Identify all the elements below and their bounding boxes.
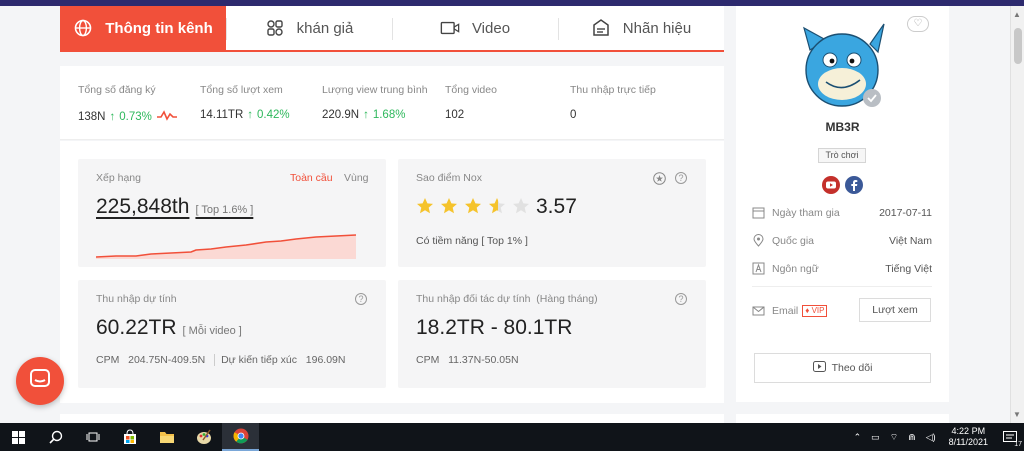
globe-icon: [73, 18, 93, 38]
play-icon: [812, 361, 826, 375]
next-card-edge: [736, 414, 949, 423]
partner-income-value: 18.2TR - 80.1TR: [416, 316, 573, 339]
paint-icon[interactable]: [185, 423, 222, 451]
nox-score-panel: Sao điểm Nox ? 3.57 Có tiềm năng [ Top 1…: [398, 159, 706, 267]
nox-score-value: 3.57: [536, 195, 577, 218]
stat-direct-income: Thu nhập trực tiếp 0: [570, 84, 656, 121]
stat-subscribers: Tổng số đăng ký 138N ↑ 0.73%: [78, 84, 178, 124]
show-hidden-icons-icon[interactable]: ⌃: [854, 432, 862, 443]
ranking-trend-chart: [96, 234, 357, 259]
toggle-global[interactable]: Toàn cầu: [290, 172, 333, 184]
channel-stats: Tổng số đăng ký 138N ↑ 0.73% Tổng số lượt…: [60, 66, 724, 140]
notification-count: 17: [1014, 441, 1022, 448]
youtube-icon[interactable]: [822, 176, 840, 199]
system-tray: ⌃ ▭ ⌔ ⋒ ◁) 4:22 PM 8/11/2021 17: [849, 423, 1024, 451]
location-icon: [752, 234, 766, 248]
help-icon[interactable]: ?: [675, 172, 687, 184]
vip-badge: ♦ VIP: [802, 305, 828, 317]
wifi-icon[interactable]: ⋒: [908, 432, 916, 443]
brand-icon: [591, 18, 611, 38]
tab-channel-info[interactable]: Thông tin kênh: [60, 6, 226, 50]
battery-icon[interactable]: ▭: [871, 432, 880, 443]
volume-icon[interactable]: ◁): [926, 432, 936, 443]
ranking-panel: Xếp hạng Toàn cầu Vùng 225,848th[ Top 1.…: [78, 159, 386, 267]
tab-label: khán giả: [296, 19, 354, 37]
windows-taskbar: ⌃ ▭ ⌔ ⋒ ◁) 4:22 PM 8/11/2021 17: [0, 423, 1024, 451]
star-icon: [417, 198, 433, 214]
taskbar-clock[interactable]: 4:22 PM 8/11/2021: [949, 426, 988, 448]
arrow-up-icon: ↑: [109, 110, 116, 123]
estimated-income-panel: Thu nhập dự tính ? 60.22TR[ Mỗi video ] …: [78, 280, 386, 388]
chrome-icon[interactable]: [222, 423, 259, 451]
audience-icon: [265, 18, 285, 38]
calendar-icon: [752, 206, 766, 220]
page-scrollbar[interactable]: ▲ ▼: [1010, 6, 1024, 423]
task-view-icon[interactable]: [74, 423, 111, 451]
view-email-button[interactable]: Lượt xem: [859, 298, 931, 322]
trend-chart-icon[interactable]: [156, 109, 178, 124]
chat-support-button[interactable]: [16, 357, 64, 405]
tab-video[interactable]: Video: [392, 6, 558, 50]
channel-overview: Xếp hạng Toàn cầu Vùng 225,848th[ Top 1.…: [60, 141, 724, 403]
tab-label: Thông tin kênh: [105, 19, 213, 37]
channel-profile-card: ♡ MB3R Trò chơi Ngày tham gia 2017-07-11…: [736, 6, 949, 402]
follow-button[interactable]: Theo dõi: [754, 353, 931, 383]
income-details: CPM 204.75N-409.5N Dự kiến tiếp xúc 196.…: [96, 354, 346, 366]
nox-star-rating: [416, 197, 530, 215]
windows-start-icon[interactable]: [0, 423, 37, 451]
country-row: Quốc gia Việt Nam: [752, 233, 932, 249]
scroll-up-icon[interactable]: ▲: [1013, 10, 1021, 19]
stat-total-videos: Tổng video 102: [445, 84, 497, 121]
toggle-region[interactable]: Vùng: [344, 172, 369, 184]
file-explorer-icon[interactable]: [148, 423, 185, 451]
channel-tabs: Thông tin kênh khán giả Video Nhãn hiệu: [60, 6, 724, 52]
partner-income-panel: Thu nhập đối tác dự tính (Hàng tháng) ? …: [398, 280, 706, 388]
language-row: Ngôn ngữ Tiếng Việt: [752, 261, 932, 277]
search-icon[interactable]: [37, 423, 74, 451]
partner-income-details: CPM 11.37N-50.05N: [416, 354, 519, 366]
network-icon[interactable]: ⌔: [890, 432, 898, 443]
stat-average-views: Lượng view trung bình 220.9N ↑ 1.68%: [322, 84, 428, 121]
help-icon[interactable]: ?: [355, 293, 367, 305]
arrow-up-icon: ↑: [247, 109, 254, 121]
ranking-value: 225,848th[ Top 1.6% ]: [96, 195, 254, 218]
email-row: Email ♦ VIP: [752, 303, 862, 319]
favorite-heart-icon[interactable]: ♡: [907, 16, 929, 32]
mail-icon: [752, 304, 766, 318]
star-icon: [489, 198, 505, 214]
star-icon: [513, 198, 529, 214]
next-section-edge: [60, 414, 724, 423]
channel-name: MB3R: [825, 120, 860, 134]
star-icon: [465, 198, 481, 214]
language-icon: [752, 262, 766, 276]
arrow-up-icon: ↑: [363, 109, 369, 121]
income-value: 60.22TR[ Mỗi video ]: [96, 316, 242, 339]
facebook-icon[interactable]: [845, 176, 863, 199]
join-date-row: Ngày tham gia 2017-07-11: [752, 205, 932, 221]
tab-brand[interactable]: Nhãn hiệu: [558, 6, 724, 50]
video-icon: [440, 18, 460, 38]
star-badge-icon[interactable]: [653, 172, 666, 190]
notification-center-icon[interactable]: 17: [996, 423, 1024, 451]
tab-label: Nhãn hiệu: [622, 19, 692, 37]
store-icon[interactable]: [111, 423, 148, 451]
help-icon[interactable]: ?: [675, 293, 687, 305]
tab-audience[interactable]: khán giả: [226, 6, 392, 50]
star-icon: [441, 198, 457, 214]
scroll-down-icon[interactable]: ▼: [1013, 410, 1021, 419]
channel-avatar: [800, 20, 886, 110]
category-badge[interactable]: Trò chơi: [818, 148, 866, 163]
scrollbar-thumb[interactable]: [1014, 28, 1022, 64]
nox-potential: Có tiềm năng [ Top 1% ]: [416, 235, 528, 247]
tab-label: Video: [471, 19, 511, 37]
chat-icon: [29, 368, 51, 395]
stat-views: Tổng số lượt xem 14.11TR ↑ 0.42%: [200, 84, 290, 121]
